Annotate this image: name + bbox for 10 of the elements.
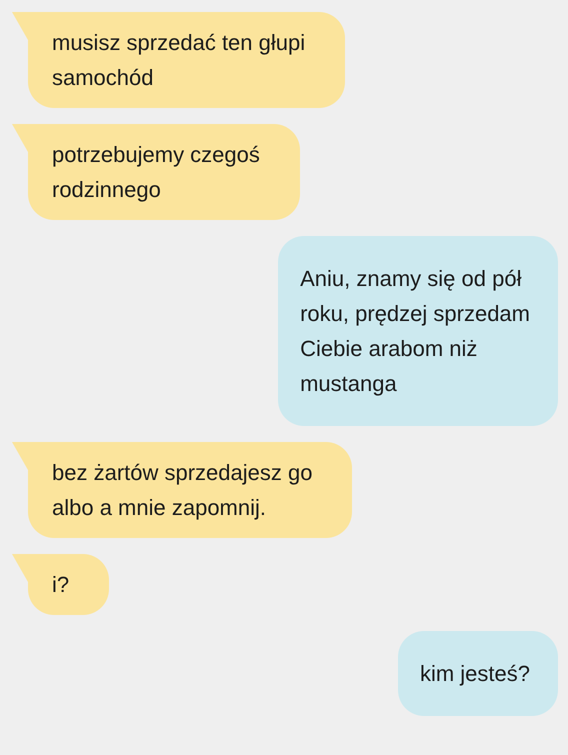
message-bubble: i? <box>28 554 110 615</box>
bubble-tail <box>12 442 28 470</box>
message-bubble: potrzebujemy czegoś rodzinnego <box>28 124 300 220</box>
message-bubble: Aniu, znamy się od pół roku, prędzej sprzedam Ciebie arabom niż mustanga <box>278 236 558 426</box>
message-bubble: bez żartów sprzedajesz go albo a mnie zapomnij. <box>28 442 352 538</box>
bubble-tail <box>12 554 28 582</box>
bubble-tail <box>12 12 28 40</box>
message-bubble: musisz sprzedać ten głupi samochód <box>28 12 346 108</box>
bubble-tail <box>12 124 28 152</box>
message-bubble: kim jesteś? <box>398 631 558 716</box>
